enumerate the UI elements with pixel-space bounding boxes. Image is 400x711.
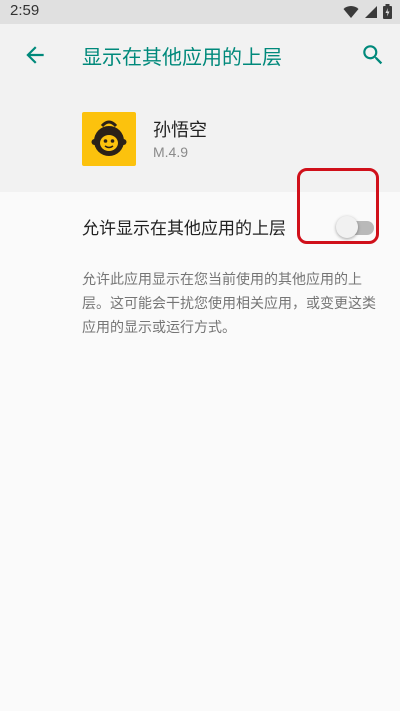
search-button[interactable]: [360, 42, 386, 68]
arrow-back-icon: [26, 46, 44, 64]
highlight-annotation: [297, 168, 379, 244]
overlay-permission-label: 允许显示在其他应用的上层: [82, 219, 286, 239]
status-icons: [343, 4, 392, 19]
app-version: M.4.9: [153, 144, 189, 160]
status-time: 2:59: [10, 2, 40, 19]
wifi-icon: [343, 5, 359, 18]
page-title: 显示在其他应用的上层: [82, 45, 282, 69]
status-bar: 2:59: [0, 0, 400, 24]
search-icon: [363, 45, 383, 65]
signal-icon: [365, 5, 377, 18]
app-icon: [82, 112, 136, 166]
app-bar: 显示在其他应用的上层: [0, 24, 400, 88]
monkey-king-icon: [91, 120, 127, 156]
back-button[interactable]: [22, 42, 48, 68]
permission-description: 允许此应用显示在您当前使用的其他应用的上层。这可能会干扰您使用相关应用，或变更这…: [82, 272, 376, 336]
battery-icon: [383, 4, 392, 19]
settings-screen: 2:59 显示在其他应用的上层 孙悟空 M.4.9 允许显示在其他应用的上层 允…: [0, 0, 400, 711]
app-name: 孙悟空: [153, 120, 207, 141]
